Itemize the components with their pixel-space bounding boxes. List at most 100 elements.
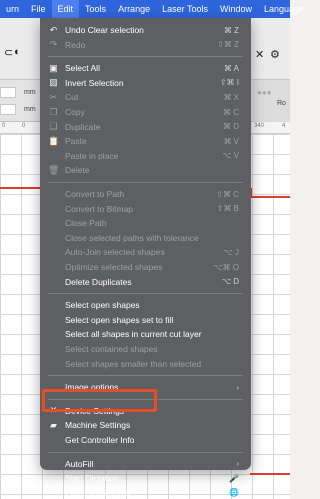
menu-item-shortcut: ⌘ X (223, 92, 239, 102)
height-field[interactable] (0, 104, 16, 115)
tool-icon[interactable]: ⊂ (4, 46, 13, 59)
menu-item-label: Convert to Bitmap (65, 203, 134, 214)
menu-item-machine-settings[interactable]: ▰ Machine Settings (40, 418, 251, 432)
menu-item-invert-selection[interactable]: ▧ Invert Selection ⇧⌘ I (40, 76, 251, 90)
menu-item-shortcut: › (236, 459, 239, 469)
menu-item-label: Paste (65, 136, 87, 147)
unit-label: mm (24, 106, 36, 113)
menu-item-label: Cut (65, 92, 79, 103)
menu-arrange[interactable]: Arrange (112, 0, 156, 18)
duplicate-icon: ❏ (49, 121, 58, 132)
menu-item-shortcut: › (236, 382, 239, 392)
menu-edit[interactable]: Edit (51, 0, 80, 18)
machine-icon: ▰ (50, 419, 57, 430)
ruler-label: 340 (254, 123, 265, 129)
menu-bar: urn File Edit Tools Arrange Laser Tools Window… (0, 0, 304, 18)
menu-laser-tools[interactable]: Laser Tools (156, 0, 214, 18)
menu-item-paste: 📋 Paste ⌘ V (40, 134, 251, 148)
menu-item-label: Emoji & Symbols (65, 487, 130, 498)
menu-item-shortcut: ⌘ D (223, 122, 239, 132)
menu-separator (48, 451, 243, 453)
rotate-label: Ro (277, 100, 286, 107)
menu-item-paste-in-place: Paste in place ⌥ V (40, 149, 251, 163)
copy-icon: ❐ (49, 106, 58, 117)
menu-item-emoji-symbols[interactable]: Emoji & Symbols 🌐 (40, 486, 251, 499)
menu-tools[interactable]: Tools (79, 0, 112, 18)
menu-item-label: Copy (65, 107, 85, 117)
grid-dots-icon[interactable]: ●●● (257, 88, 272, 97)
menu-item-shortcut: ⌥ D (221, 277, 239, 287)
menu-item-select-open-shapes[interactable]: Select open shapes (40, 298, 251, 312)
ruler-label: 0 (2, 123, 6, 129)
ruler-label: 4 (282, 123, 286, 129)
menu-window[interactable]: Window (214, 0, 258, 18)
menu-separator (48, 293, 243, 295)
menu-item-label: Delete (65, 165, 90, 176)
settings-icon[interactable]: ⚙ (270, 48, 280, 61)
undo-icon: ↶ (49, 24, 58, 35)
menu-item-label: Select All (65, 63, 100, 74)
shape-path (0, 187, 42, 189)
redo-icon: ↷ (49, 39, 58, 50)
menu-item-copy: ❐ Copy ⌘ C (40, 105, 251, 119)
menu-item-label: Optimize selected shapes (65, 262, 163, 272)
menu-item-label: Select all shapes in current cut layer (65, 329, 202, 340)
menu-item-select-shapes-smaller-than-selected: Select shapes smaller than selected (40, 357, 251, 371)
menu-item-delete-duplicates[interactable]: Delete Duplicates ⌥ D (40, 275, 251, 289)
menu-item-redo: ↷ Redo ⇧⌘ Z (40, 38, 251, 52)
menu-item-auto-join-selected-shapes: Auto-Join selected shapes ⌥ J (40, 245, 251, 259)
menu-item-duplicate: ❏ Duplicate ⌘ D (40, 120, 251, 134)
circle-tool-icon[interactable]: ◐ (14, 46, 21, 58)
ruler-label: 0 (22, 123, 26, 129)
menu-item-start-dictation[interactable]: Start Dictation... 🎤 (40, 471, 251, 485)
menu-item-label: Invert Selection (65, 77, 124, 88)
menu-item-select-all-shapes-in-current-cut-layer[interactable]: Select all shapes in current cut layer (40, 327, 251, 341)
menu-item-label: Get Controller Info (65, 435, 135, 445)
width-field[interactable] (0, 87, 16, 98)
menu-item-select-open-shapes-set-to-fill[interactable]: Select open shapes set to fill (40, 313, 251, 327)
menu-separator (48, 56, 243, 58)
menu-separator (48, 182, 243, 183)
menu-item-autofill[interactable]: AutoFill › (40, 457, 251, 471)
select-all-icon: ▣ (49, 62, 58, 73)
menu-item-label: Redo (65, 39, 86, 50)
menu-item-label: Delete Duplicates (65, 276, 132, 287)
menu-item-label: Auto-Join selected shapes (65, 247, 165, 258)
menu-item-label: Machine Settings (65, 420, 131, 431)
wrench-icon[interactable]: ✕ (255, 48, 264, 61)
menu-item-shortcut: 🌐 (229, 488, 239, 498)
menu-item-shortcut: ⌘ Z (223, 25, 239, 35)
menu-urn[interactable]: urn (0, 0, 25, 18)
invert-selection-icon: ▧ (49, 77, 58, 88)
menu-item-label: Paste in place (65, 150, 119, 161)
menu-language[interactable]: Language (258, 0, 310, 18)
menu-item-shortcut: ⇧⌘ B (216, 204, 239, 214)
menu-item-label: Duplicate (65, 121, 101, 132)
highlight-annotation (42, 389, 157, 412)
menu-item-shortcut: ⌥ J (223, 247, 239, 257)
menu-item-close-selected-paths-with-tolerance: Close selected paths with tolerance (40, 231, 251, 245)
menu-item-label: Select open shapes set to fill (65, 314, 174, 325)
menu-file[interactable]: File (25, 0, 52, 18)
menu-item-delete: 🗑 Delete (40, 163, 251, 177)
menu-item-shortcut: ⌥ V (222, 151, 239, 161)
trash-icon: 🗑 (48, 164, 60, 175)
menu-item-shortcut: 🎤 (229, 473, 239, 483)
menu-item-shortcut: ⌘ V (223, 136, 239, 146)
menu-item-convert-to-path: Convert to Path ⇧⌘ C (40, 187, 251, 201)
menu-item-label: Close Path (65, 218, 107, 229)
menu-item-shortcut: ⌥⌘ O (213, 262, 239, 272)
menu-item-convert-to-bitmap: Convert to Bitmap ⇧⌘ B (40, 202, 251, 216)
menu-item-get-controller-info[interactable]: Get Controller Info (40, 433, 251, 447)
menu-item-label: AutoFill (65, 458, 94, 469)
menu-item-select-contained-shapes: Select contained shapes (40, 342, 251, 356)
menu-item-label: Select open shapes (65, 300, 140, 311)
menu-item-label: Start Dictation... (65, 473, 126, 484)
menu-separator (48, 375, 243, 377)
menu-item-shortcut: ⇧⌘ I (219, 78, 239, 88)
menu-item-shortcut: ⇧⌘ C (216, 189, 239, 199)
menu-item-select-all[interactable]: ▣ Select All ⌘ A (40, 61, 251, 75)
menu-item-undo-clear-selection[interactable]: ↶ Undo Clear selection ⌘ Z (40, 23, 251, 37)
menu-item-label: Close selected paths with tolerance (65, 232, 199, 243)
menu-item-label: Undo Clear selection (65, 25, 144, 35)
